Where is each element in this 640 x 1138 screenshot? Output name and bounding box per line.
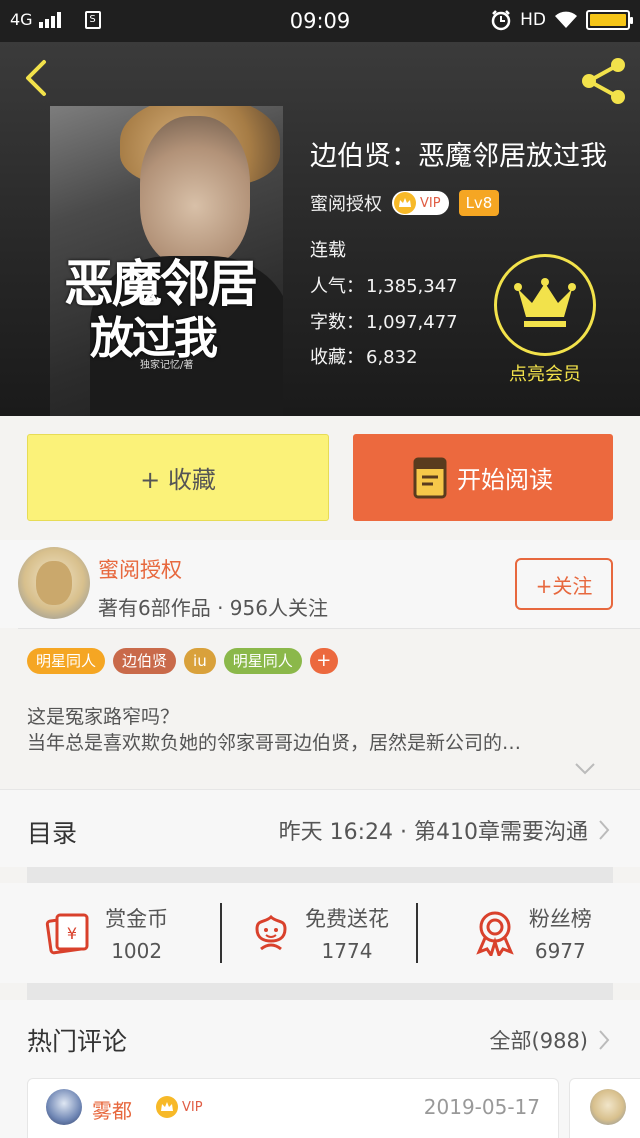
vip-badge: VIP bbox=[392, 191, 449, 215]
member-button[interactable]: 点亮会员 bbox=[494, 254, 596, 386]
vip-label: VIP bbox=[420, 195, 441, 211]
status-right: HD bbox=[490, 9, 633, 31]
follow-button[interactable]: +关注 bbox=[515, 558, 613, 610]
hot-comments-section: 热门评论 全部(988) 雾都 VIP 2019-05-17 bbox=[0, 1000, 640, 1138]
chevron-right-icon bbox=[599, 1030, 610, 1050]
stats-bar: ¥ 赏金币 1002 免费送花 1774 粉丝榜 6977 bbox=[0, 883, 640, 983]
all-comments-label: 全部(988) bbox=[489, 1029, 588, 1053]
hot-comments-title: 热门评论 bbox=[27, 1027, 128, 1056]
words-value: 1,097,477 bbox=[366, 312, 458, 333]
back-arrow-icon[interactable] bbox=[18, 58, 58, 98]
book-title: 边伯贤：恶魔邻居放过我 bbox=[310, 141, 607, 172]
book-description[interactable]: 这是冤家路窄吗？ 当年总是喜欢欺负她的邻家哥哥边伯贤，居然是新公司的… bbox=[27, 704, 617, 756]
svg-text:¥: ¥ bbox=[67, 924, 77, 943]
comment-date: 2019-05-17 bbox=[423, 1095, 540, 1119]
crown-icon bbox=[494, 254, 596, 356]
commenter-avatar[interactable] bbox=[590, 1089, 626, 1125]
battery-icon bbox=[586, 10, 633, 30]
comment-card-next[interactable] bbox=[569, 1078, 640, 1138]
words-label: 字数： bbox=[310, 312, 364, 333]
alarm-icon bbox=[491, 10, 511, 31]
crown-icon bbox=[156, 1096, 178, 1118]
stat-divider bbox=[416, 903, 418, 963]
comment-card[interactable]: 雾都 VIP 2019-05-17 bbox=[27, 1078, 559, 1138]
popularity-value: 1,385,347 bbox=[366, 276, 458, 297]
book-cover[interactable]: 恶魔邻居 放过我 独家记忆/著 bbox=[50, 106, 283, 416]
book-author[interactable]: 蜜阅授权 bbox=[310, 190, 382, 216]
chevron-right-icon bbox=[599, 820, 610, 840]
word-count-row: 字数： 1,097,477 bbox=[310, 308, 458, 334]
book-icon bbox=[413, 457, 447, 498]
cover-author: 独家记忆/著 bbox=[140, 360, 194, 371]
book-header: 恶魔邻居 放过我 独家记忆/著 边伯贤：恶魔邻居放过我 蜜阅授权 VIP Lv8… bbox=[0, 42, 640, 416]
author-name[interactable]: 蜜阅授权 bbox=[98, 554, 182, 584]
popularity-label: 人气： bbox=[310, 276, 364, 297]
start-reading-button[interactable]: 开始阅读 bbox=[353, 434, 613, 521]
free-flowers-stat[interactable]: 免费送花 1774 bbox=[213, 883, 426, 983]
stat-label: 赏金币 bbox=[105, 907, 169, 931]
crown-icon bbox=[394, 192, 416, 214]
add-tag-button[interactable]: + bbox=[309, 648, 338, 674]
wifi-icon bbox=[555, 11, 577, 28]
fan-ranking-stat[interactable]: 粉丝榜 6977 bbox=[427, 883, 640, 983]
all-comments-link[interactable]: 全部(988) bbox=[490, 1025, 610, 1055]
author-section: 蜜阅授权 著有6部作品 · 956人关注 +关注 bbox=[0, 540, 640, 628]
author-avatar[interactable] bbox=[18, 547, 90, 619]
share-icon[interactable] bbox=[578, 56, 630, 106]
stat-value: 1774 bbox=[321, 939, 373, 963]
toc-latest-label: 昨天 16:24 · 第410章需要沟通 bbox=[278, 820, 588, 845]
favorites-label: 收藏： bbox=[310, 347, 364, 368]
popularity-row: 人气： 1,385,347 bbox=[310, 272, 458, 298]
red-envelope-icon: ¥ bbox=[45, 913, 89, 955]
description-line2: 当年总是喜欢欺负她的邻家哥哥边伯贤，居然是新公司的… bbox=[27, 732, 522, 754]
book-author-row: 蜜阅授权 VIP Lv8 bbox=[310, 190, 500, 216]
stat-value: 1002 bbox=[111, 939, 163, 963]
divider bbox=[18, 628, 640, 629]
ribbon-icon bbox=[476, 911, 514, 956]
vip-label: VIP bbox=[182, 1099, 203, 1115]
toc-title: 目录 bbox=[27, 819, 78, 848]
book-status: 连载 bbox=[310, 240, 346, 261]
member-label: 点亮会员 bbox=[509, 364, 581, 385]
hd-indicator: HD bbox=[520, 10, 546, 30]
table-of-contents-row[interactable]: 目录 昨天 16:24 · 第410章需要沟通 bbox=[0, 789, 640, 867]
tag-item[interactable]: iu bbox=[184, 648, 216, 674]
commenter-avatar[interactable] bbox=[46, 1089, 82, 1125]
chevron-down-icon[interactable] bbox=[574, 762, 596, 776]
section-gap bbox=[27, 867, 613, 883]
tag-item[interactable]: 明星同人 bbox=[223, 648, 302, 674]
flower-icon bbox=[255, 914, 287, 951]
vip-badge: VIP bbox=[154, 1095, 211, 1119]
cover-face bbox=[140, 116, 250, 266]
section-gap bbox=[27, 983, 613, 1000]
tag-list: 明星同人 边伯贤 iu 明星同人 + bbox=[27, 648, 338, 674]
commenter-name[interactable]: 雾都 bbox=[92, 1095, 132, 1124]
description-line1: 这是冤家路窄吗？ bbox=[27, 706, 180, 728]
tag-item[interactable]: 边伯贤 bbox=[113, 648, 177, 674]
tag-item[interactable]: 明星同人 bbox=[27, 648, 106, 674]
author-meta: 著有6部作品 · 956人关注 bbox=[98, 596, 328, 620]
collect-button[interactable]: + 收藏 bbox=[27, 434, 329, 521]
stat-label: 粉丝榜 bbox=[528, 907, 592, 931]
favorites-value: 6,832 bbox=[366, 347, 418, 368]
favorites-row: 收藏： 6,832 bbox=[310, 343, 418, 369]
reward-coins-stat[interactable]: ¥ 赏金币 1002 bbox=[0, 883, 213, 983]
stat-label: 免费送花 bbox=[304, 907, 389, 931]
toc-latest: 昨天 16:24 · 第410章需要沟通 bbox=[279, 814, 610, 846]
status-bar: 4G S 09:09 HD bbox=[0, 0, 640, 42]
level-badge: Lv8 bbox=[458, 190, 500, 216]
stat-value: 6977 bbox=[534, 939, 586, 963]
start-reading-label: 开始阅读 bbox=[457, 466, 553, 494]
